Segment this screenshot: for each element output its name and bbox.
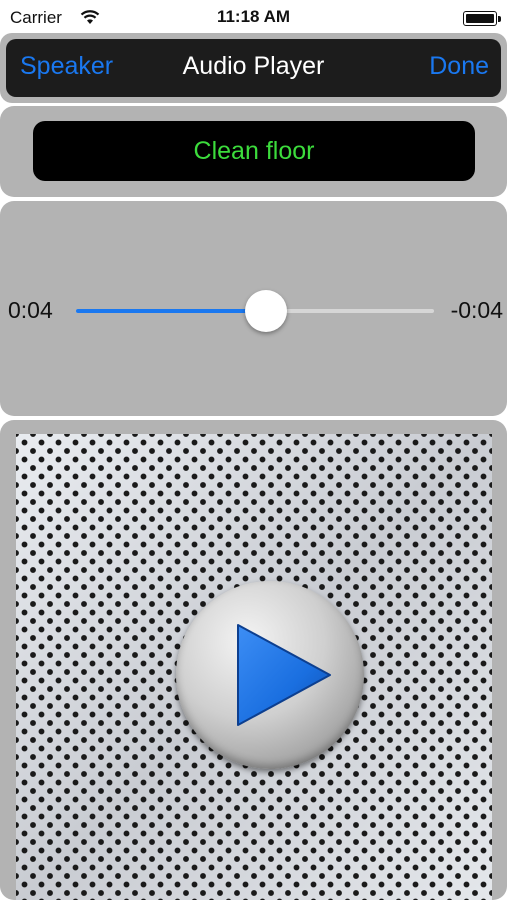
navigation-bar: Speaker Audio Player Done [6, 39, 501, 97]
audio-player-screen: Carrier 11:18 AM Speaker Audio Player Do… [0, 0, 507, 900]
progress-card: 0:04 -0:04 [0, 201, 507, 416]
play-button[interactable] [176, 581, 364, 769]
remaining-time: -0:04 [450, 297, 503, 323]
navigation-frame: Speaker Audio Player Done [0, 33, 507, 103]
play-icon [237, 624, 331, 726]
speaker-grille [16, 434, 492, 900]
page-title: Audio Player [182, 52, 325, 80]
seek-slider-thumb[interactable] [244, 290, 287, 332]
seek-slider-fill [76, 309, 266, 313]
speaker-panel [0, 420, 507, 900]
status-time: 11:18 AM [216, 7, 291, 26]
track-name-display: Clean floor [33, 121, 475, 181]
track-name: Clean floor [193, 137, 315, 165]
done-button[interactable]: Done [429, 52, 489, 81]
elapsed-time: 0:04 [8, 297, 53, 323]
status-bar: Carrier 11:18 AM [0, 0, 507, 36]
track-title-card: Clean floor [0, 106, 507, 197]
battery-full-icon [463, 11, 501, 26]
